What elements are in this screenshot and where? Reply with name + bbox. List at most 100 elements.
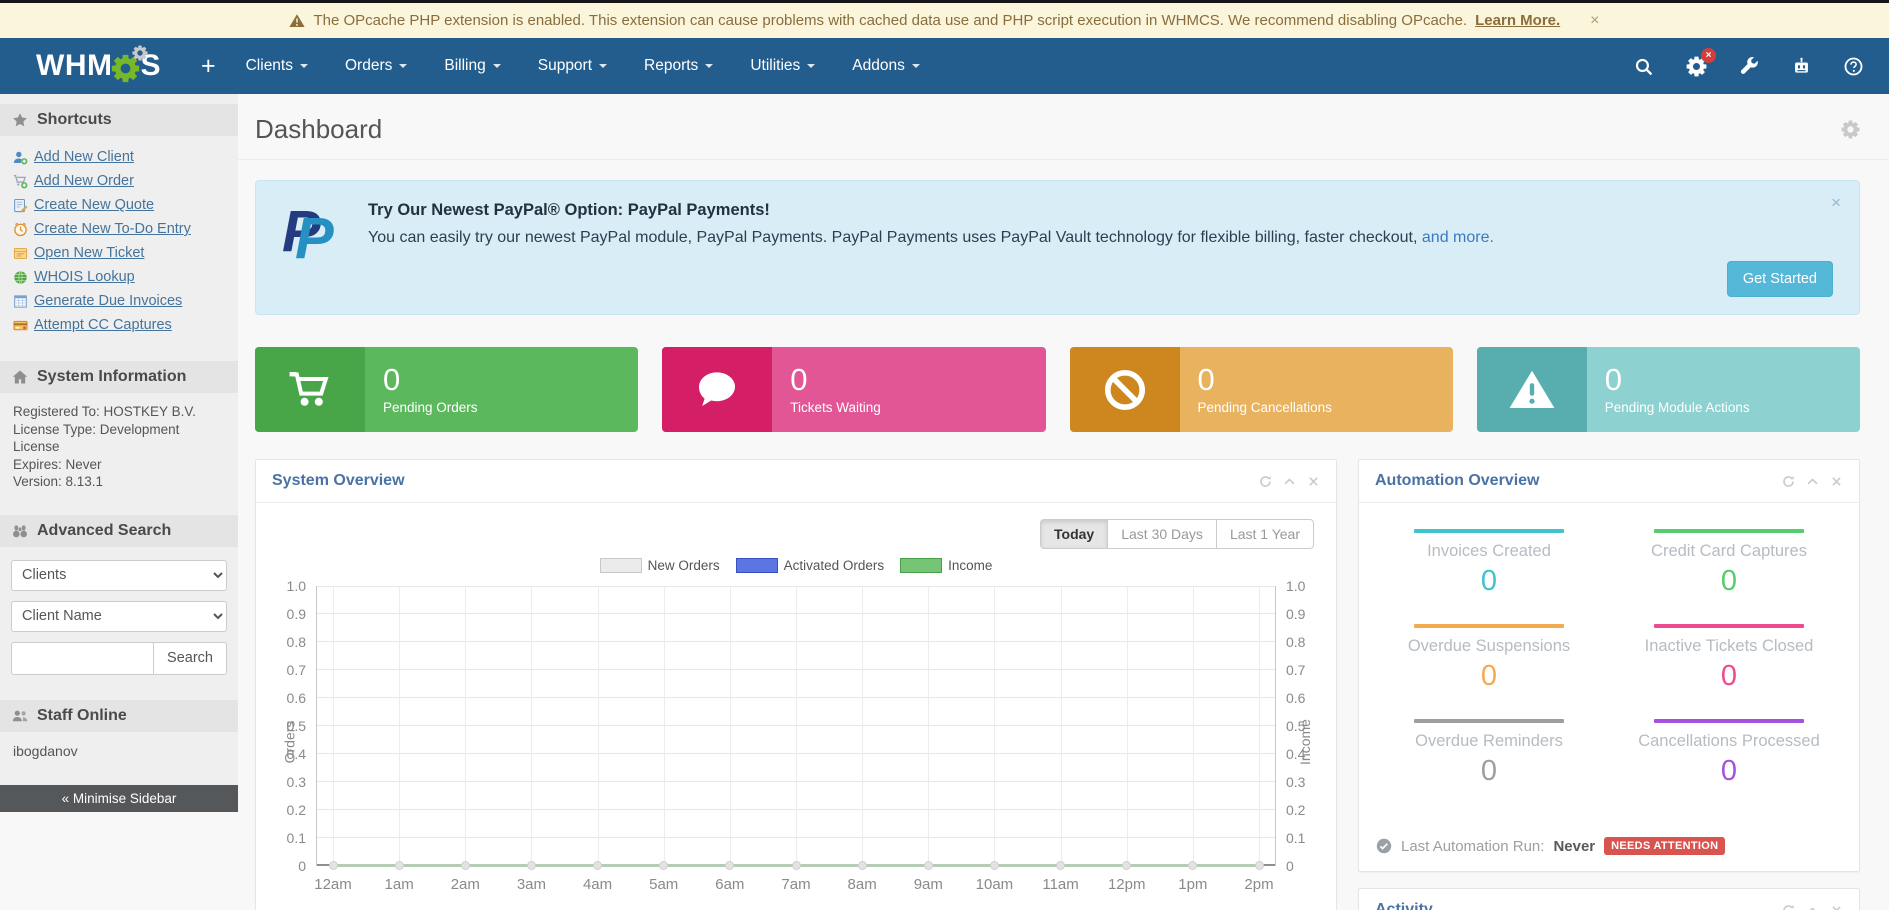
todo-clock-icon (13, 222, 28, 237)
legend-item-income: Income (900, 558, 992, 573)
chevron-down-icon (493, 64, 501, 68)
search-input[interactable] (11, 642, 154, 675)
chevron-down-icon (807, 64, 815, 68)
credit-card-icon (13, 318, 28, 333)
stat-value: 0 (1605, 364, 1750, 397)
legend-swatch (736, 558, 778, 573)
search-category-select[interactable]: Clients (11, 560, 227, 591)
get-started-button[interactable]: Get Started (1727, 261, 1833, 297)
stat-card-pending-orders[interactable]: 0Pending Orders (255, 347, 638, 432)
legend-item-activated-orders: Activated Orders (736, 558, 885, 573)
list-item: Generate Due Invoices (6, 289, 232, 313)
users-icon (12, 708, 28, 724)
nav-menu-addons[interactable]: Addons (852, 57, 920, 75)
search-icon[interactable] (1634, 57, 1653, 76)
paypal-logo: P P (282, 201, 340, 281)
nav-menu-orders[interactable]: Orders (345, 57, 407, 75)
automation-status-icon[interactable] (1792, 57, 1811, 76)
range-button-last-30-days[interactable]: Last 30 Days (1107, 519, 1217, 549)
automation-stat-inactive-tickets-closed: Inactive Tickets Closed0 (1629, 624, 1829, 693)
shortcut-attempt-cc-captures[interactable]: Attempt CC Captures (34, 317, 172, 333)
system-overview-close-icon[interactable] (1307, 475, 1320, 488)
automation-overview-refresh-icon[interactable] (1782, 475, 1795, 488)
stat-card-tickets-waiting[interactable]: 0Tickets Waiting (662, 347, 1045, 432)
binoculars-icon (12, 523, 28, 539)
legend-swatch (900, 558, 942, 573)
nav-menu-reports[interactable]: Reports (644, 57, 713, 75)
user-add-icon (13, 150, 28, 165)
activity-close-icon[interactable] (1830, 904, 1843, 910)
minimise-sidebar-button[interactable]: « Minimise Sidebar (0, 785, 238, 812)
system-overview-collapse-icon[interactable] (1283, 475, 1296, 488)
range-button-last-1-year[interactable]: Last 1 Year (1216, 519, 1314, 549)
chevron-down-icon (300, 64, 308, 68)
automation-overview-title: Automation Overview (1375, 472, 1539, 490)
learn-more-link[interactable]: Learn More. (1475, 12, 1560, 29)
and-more-link[interactable]: and more. (1422, 229, 1494, 246)
stat-cards-row: 0Pending Orders0Tickets Waiting0Pending … (255, 347, 1860, 432)
shortcut-open-new-ticket[interactable]: Open New Ticket (34, 245, 144, 261)
stat-label: Tickets Waiting (790, 400, 881, 415)
nav-menu-clients[interactable]: Clients (246, 57, 308, 75)
search-button[interactable]: Search (154, 642, 227, 675)
quote-icon (13, 198, 28, 213)
page-title: Dashboard (255, 114, 382, 145)
logo-text-whm: WHM (36, 51, 112, 81)
range-button-today[interactable]: Today (1040, 519, 1108, 549)
shortcut-generate-due-invoices[interactable]: Generate Due Invoices (34, 293, 182, 309)
shortcut-create-new-to-do-entry[interactable]: Create New To-Do Entry (34, 221, 191, 237)
needs-attention-badge: NEEDS ATTENTION (1604, 837, 1725, 855)
chevron-down-icon (599, 64, 607, 68)
alert-text: The OPcache PHP extension is enabled. Th… (313, 12, 1467, 29)
list-item: Add New Order (6, 169, 232, 193)
legend-swatch (600, 558, 642, 573)
whmcs-logo[interactable]: WHM S (36, 51, 161, 81)
automation-stats-grid: Invoices Created0Credit Card Captures0Ov… (1359, 503, 1859, 788)
nav-menu-utilities[interactable]: Utilities (750, 57, 815, 75)
dashboard-settings-gear-icon[interactable] (1841, 120, 1860, 139)
stat-label: Pending Orders (383, 400, 478, 415)
star-icon (12, 112, 28, 128)
banner-close-icon[interactable]: × (1831, 193, 1841, 213)
warn-big-icon (1477, 347, 1587, 432)
chevron-down-icon (399, 64, 407, 68)
automation-overview-close-icon[interactable] (1830, 475, 1843, 488)
nav-right-icons: × (1634, 56, 1863, 77)
chart-range-buttons: TodayLast 30 DaysLast 1 Year (256, 519, 1314, 549)
staff-online-name: ibogdanov (0, 732, 238, 779)
stat-card-pending-cancellations[interactable]: 0Pending Cancellations (1070, 347, 1453, 432)
automation-footer: Last Automation Run: Never NEEDS ATTENTI… (1359, 837, 1859, 871)
activity-collapse-icon[interactable] (1806, 904, 1819, 910)
shortcut-whois-lookup[interactable]: WHOIS Lookup (34, 269, 135, 285)
shortcut-create-new-quote[interactable]: Create New Quote (34, 197, 154, 213)
alert-close-icon[interactable]: × (1590, 12, 1599, 30)
search-field-select[interactable]: Client Name (11, 601, 227, 632)
list-item: Create New Quote (6, 193, 232, 217)
y-axis-label-income: Income (1297, 719, 1313, 765)
automation-stat-invoices-created: Invoices Created0 (1389, 529, 1589, 598)
help-icon[interactable] (1844, 57, 1863, 76)
stat-card-pending-module-actions[interactable]: 0Pending Module Actions (1477, 347, 1860, 432)
shortcut-add-new-order[interactable]: Add New Order (34, 173, 134, 189)
activity-refresh-icon[interactable] (1782, 904, 1795, 910)
list-item: WHOIS Lookup (6, 265, 232, 289)
last-automation-run-value: Never (1553, 838, 1595, 855)
nav-menu-billing[interactable]: Billing (444, 57, 500, 75)
wrench-icon[interactable] (1740, 57, 1759, 76)
automation-overview-collapse-icon[interactable] (1806, 475, 1819, 488)
nav-add-icon[interactable]: + (201, 52, 216, 81)
ban-big-icon (1070, 347, 1180, 432)
logo-gear-gray-icon (132, 45, 148, 61)
shortcut-add-new-client[interactable]: Add New Client (34, 149, 134, 165)
check-circle-icon (1376, 838, 1392, 854)
chart-legend: New OrdersActivated OrdersIncome (256, 558, 1336, 573)
list-item: Open New Ticket (6, 241, 232, 265)
system-settings-button[interactable]: × (1686, 56, 1707, 77)
nav-menu-support[interactable]: Support (538, 57, 607, 75)
automation-stat-credit-card-captures: Credit Card Captures0 (1629, 529, 1829, 598)
system-overview-refresh-icon[interactable] (1259, 475, 1272, 488)
nav-menus: Clients Orders Billing Support Reports Utilit… (246, 57, 920, 75)
chevron-down-icon (912, 64, 920, 68)
list-item: Create New To-Do Entry (6, 217, 232, 241)
opcache-alert: The OPcache PHP extension is enabled. Th… (0, 3, 1889, 38)
